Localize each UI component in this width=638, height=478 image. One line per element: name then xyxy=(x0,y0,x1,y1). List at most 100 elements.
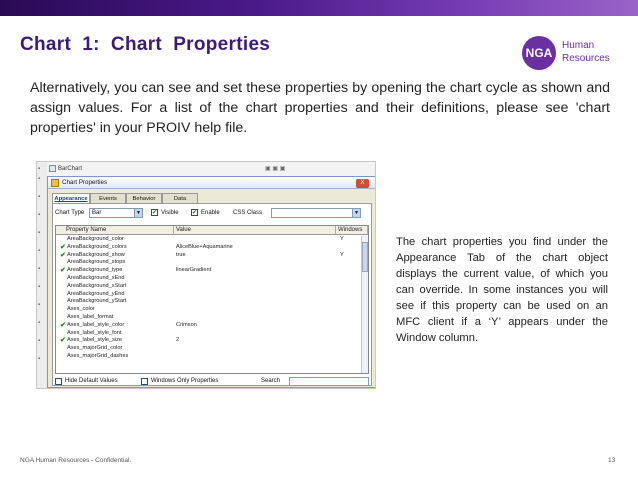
property-name-cell: AreaBackground_colors xyxy=(67,243,127,250)
property-value-cell[interactable]: AliceBlue+Aquamarine xyxy=(176,244,233,252)
property-name-cell: Axes_color xyxy=(67,306,95,313)
gutter-marker: ▪ xyxy=(38,194,41,200)
visible-label: Visible xyxy=(161,210,179,216)
table-row[interactable]: Axes_majorGrid_color xyxy=(56,345,361,353)
gutter-marker: ▪ xyxy=(38,166,41,172)
table-row[interactable]: ✔ AreaBackground_colors AliceBlue+Aquamari… xyxy=(56,244,361,252)
dialog-titlebar: Chart Properties X xyxy=(48,177,375,189)
check-icon: ✔ xyxy=(60,267,66,275)
grid-header: Property Name Value Windows xyxy=(56,226,368,235)
logo-line-1: Human xyxy=(562,40,595,51)
gutter-marker: ▪ xyxy=(38,320,41,326)
property-value-cell[interactable]: Crimson xyxy=(176,322,197,330)
tab-behavior[interactable]: Behavior xyxy=(126,193,162,203)
tree-node-label: BarChart xyxy=(58,166,83,172)
chevron-down-icon: ▼ xyxy=(134,209,142,217)
scrollbar-thumb[interactable] xyxy=(362,242,368,272)
property-name-cell: AreaBackground_xEnd xyxy=(67,274,125,281)
logo-text: Human Resources xyxy=(562,39,610,65)
slide-title: Chart 1: Chart Properties xyxy=(20,34,271,55)
windows-cell: Y xyxy=(340,236,344,242)
tree-toolbar-icon[interactable]: ▣ xyxy=(265,166,271,172)
check-icon: ✔ xyxy=(152,210,158,216)
side-note: The chart properties you find under the … xyxy=(396,236,608,344)
windows-only-checkbox[interactable] xyxy=(141,378,148,385)
property-grid: Property Name Value Windows AreaBackgrou… xyxy=(55,225,369,374)
column-header-value[interactable]: Value xyxy=(174,226,336,235)
table-row[interactable]: AreaBackground_stops xyxy=(56,259,361,267)
property-value-cell[interactable]: linearGradient xyxy=(176,267,211,275)
grid-rows: AreaBackground_color Y ✔ AreaBackground_col… xyxy=(56,236,361,361)
table-row[interactable]: ✔ Axes_label_style_color Crimson xyxy=(56,322,361,330)
css-class-select[interactable]: ▼ xyxy=(271,208,361,218)
table-row[interactable]: Axes_label_format xyxy=(56,314,361,322)
chart-properties-dialog: Chart Properties X Appearance Events Beh… xyxy=(47,176,375,388)
table-row[interactable]: ✔ AreaBackground_show true Y xyxy=(56,252,361,260)
designer-gutter: ▪ ▪ ▪ ▪ ▪ ▪ ▪ ▪ ▪ ▪ ▪ ▪ xyxy=(37,162,47,388)
property-name-cell: Axes_label_style_font xyxy=(67,329,122,336)
tab-events[interactable]: Events xyxy=(90,193,126,203)
chart-type-label: Chart Type xyxy=(55,210,85,216)
table-row[interactable]: AreaBackground_xStart xyxy=(56,283,361,291)
close-button[interactable]: X xyxy=(356,179,369,188)
table-row[interactable]: AreaBackground_yStart xyxy=(56,298,361,306)
table-row[interactable]: ✔ Axes_label_style_size 2 xyxy=(56,337,361,345)
tree-toolbar-icon[interactable]: ▣ xyxy=(280,166,286,172)
logo-mark: NGA xyxy=(522,36,556,70)
column-header-property-name[interactable]: Property Name xyxy=(56,226,174,235)
appearance-panel: Chart Type Bar ▼ ✔ Visible ✔ Enable CSS … xyxy=(52,203,372,386)
dialog-icon xyxy=(51,179,59,187)
chart-type-value: Bar xyxy=(92,210,102,216)
chevron-down-icon: ▼ xyxy=(352,209,360,217)
check-icon: ✔ xyxy=(192,210,198,216)
property-name-cell: Axes_label_format xyxy=(67,313,114,320)
table-row[interactable]: AreaBackground_xEnd xyxy=(56,275,361,283)
windows-only-label: Windows Only Properties xyxy=(151,378,219,384)
visible-checkbox[interactable]: ✔ xyxy=(151,209,158,216)
table-row[interactable]: AreaBackground_yEnd xyxy=(56,291,361,299)
check-icon: ✔ xyxy=(60,321,66,329)
property-name-cell: AreaBackground_type xyxy=(67,267,123,274)
hide-default-values-checkbox[interactable] xyxy=(55,378,62,385)
property-name-cell: Axes_majorGrid_dashes xyxy=(67,352,129,359)
chart-properties-screenshot: ▪ ▪ ▪ ▪ ▪ ▪ ▪ ▪ ▪ ▪ ▪ ▪ BarChart ▣ ▣ ▣ C… xyxy=(36,161,376,389)
search-input[interactable] xyxy=(289,377,369,386)
table-row[interactable]: ✔ AreaBackground_type linearGradient xyxy=(56,267,361,275)
hide-default-values-label: Hide Default Values xyxy=(65,378,118,384)
chart-node-icon xyxy=(49,164,56,172)
check-icon: ✔ xyxy=(60,251,66,259)
property-name-cell: AreaBackground_show xyxy=(67,251,125,258)
property-value-cell[interactable]: 2 xyxy=(176,337,179,345)
table-row[interactable]: Axes_label_style_font xyxy=(56,330,361,338)
chart-type-select[interactable]: Bar ▼ xyxy=(89,208,143,218)
property-name-cell: AreaBackground_xStart xyxy=(67,282,127,289)
gutter-marker: ▪ xyxy=(38,266,41,272)
property-name-cell: AreaBackground_stops xyxy=(67,259,126,266)
nga-logo: NGA Human Resources xyxy=(522,36,622,70)
column-header-windows[interactable]: Windows xyxy=(336,226,368,235)
check-icon: ✔ xyxy=(60,243,66,251)
dialog-title: Chart Properties xyxy=(62,179,108,186)
gutter-marker: ▪ xyxy=(38,338,41,344)
tree-toolbar-icon[interactable]: ▣ xyxy=(272,166,278,172)
enable-checkbox[interactable]: ✔ xyxy=(191,209,198,216)
css-class-label: CSS Class xyxy=(233,210,263,216)
gutter-marker: ▪ xyxy=(38,302,41,308)
windows-cell: Y xyxy=(340,251,344,258)
top-banner xyxy=(0,0,638,16)
footer-confidential: NGA Human Resources - Confidential. xyxy=(20,457,132,464)
gutter-marker: ▪ xyxy=(38,284,41,290)
intro-paragraph: Alternatively, you can see and set these… xyxy=(30,80,610,136)
tree-node-barchart[interactable]: BarChart xyxy=(49,164,82,175)
logo-line-2: Resources xyxy=(562,53,610,64)
table-row[interactable]: Axes_majorGrid_dashes xyxy=(56,353,361,361)
check-icon: ✔ xyxy=(60,337,66,345)
grid-scrollbar[interactable] xyxy=(361,236,368,373)
gutter-marker: ▪ xyxy=(38,212,41,218)
gutter-marker: ▪ xyxy=(38,176,41,182)
property-value-cell[interactable]: true xyxy=(176,252,186,260)
tab-data[interactable]: Data xyxy=(162,193,198,203)
search-label: Search xyxy=(261,378,281,384)
table-row[interactable]: AreaBackground_color Y xyxy=(56,236,361,244)
table-row[interactable]: Axes_color xyxy=(56,306,361,314)
